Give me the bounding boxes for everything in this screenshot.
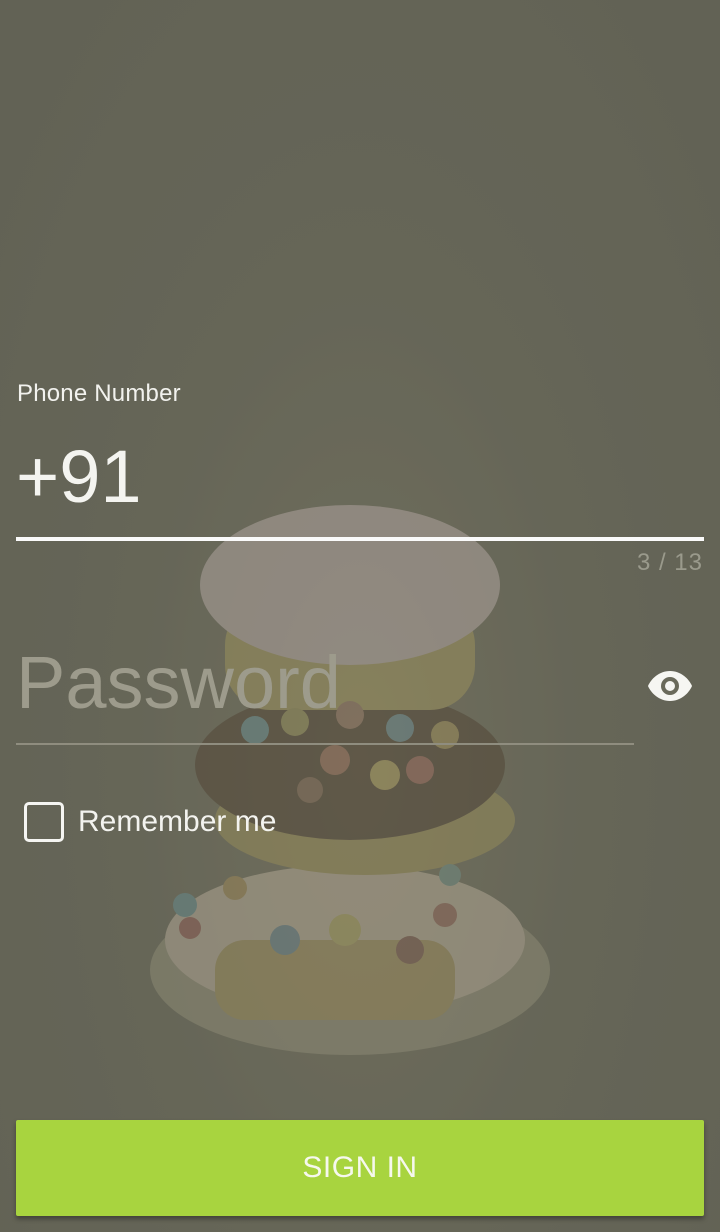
password-visibility-toggle[interactable] [644,660,696,712]
password-underline [16,743,634,745]
dim-overlay [0,0,720,1232]
eye-icon [648,671,692,701]
phone-number-label: Phone Number [17,380,181,407]
sign-in-button[interactable]: SIGN IN [16,1120,704,1216]
phone-number-input[interactable] [16,428,704,524]
remember-me-checkbox[interactable]: Remember me [24,796,276,848]
phone-number-underline [16,537,704,541]
checkbox-box[interactable] [24,802,64,842]
password-input[interactable] [16,632,626,732]
remember-me-label: Remember me [78,805,277,838]
phone-character-counter: 3 / 13 [636,549,703,576]
login-screen: Phone Number 3 / 13 Remember me SIGN IN [0,0,720,1232]
